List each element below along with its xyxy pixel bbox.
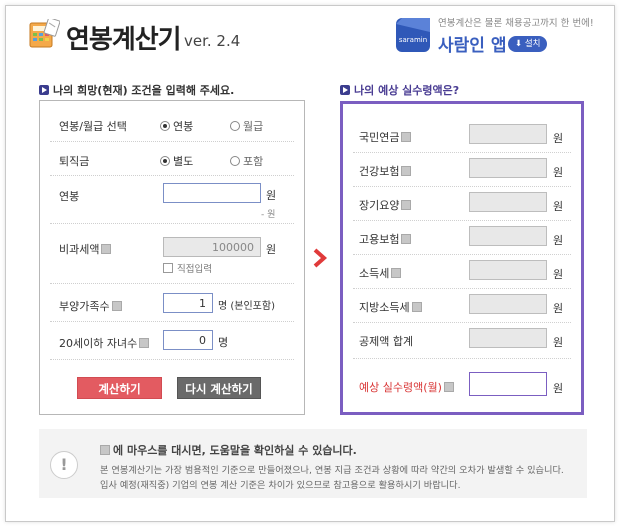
nontax-input[interactable] [163, 237, 261, 257]
help-icon[interactable] [401, 132, 412, 142]
nontax-label: 비과세액 [59, 241, 112, 257]
result-unit: 원 [553, 166, 564, 179]
help-icon[interactable] [401, 200, 412, 210]
result-value-longterm-care [469, 192, 547, 212]
children-label: 20세이하 자녀수 [59, 335, 150, 351]
salary-hint: - 원 [261, 210, 276, 220]
result-value-pension [469, 124, 547, 144]
result-panel: 국민연금 원 건강보험 원 장기요양 원 고용보험 원 소득세 원 지방소득세 … [340, 101, 584, 415]
notice-line-1: 본 연봉계산기는 가장 범용적인 기준으로 만들어졌으나, 연봉 지급 조건과 … [100, 465, 564, 476]
divider [353, 220, 571, 221]
divider [353, 254, 571, 255]
divider [353, 288, 571, 289]
result-label-longterm-care: 장기요양 [359, 197, 412, 213]
dependents-label: 부양가족수 [59, 298, 122, 314]
help-icon[interactable] [101, 244, 112, 254]
dependents-input[interactable] [163, 293, 213, 313]
salary-type-label: 연봉/월급 선택 [59, 120, 127, 133]
severance-separate-radio[interactable]: 별도 [160, 153, 193, 169]
help-icon[interactable] [391, 268, 402, 278]
divider [353, 322, 571, 323]
radio-selected-icon [160, 121, 170, 131]
help-icon [100, 445, 110, 455]
calculator-icon [29, 19, 60, 48]
divider [353, 358, 571, 359]
children-unit: 명 [218, 336, 229, 349]
promo-text: 연봉계산은 물론 채용공고까지 한 번에! [438, 18, 594, 29]
divider [50, 359, 294, 360]
result-unit: 원 [553, 302, 564, 315]
severance-included-radio[interactable]: 포함 [230, 153, 263, 169]
result-value-income-tax [469, 260, 547, 280]
help-icon[interactable] [401, 234, 412, 244]
result-value-deduction-total [469, 328, 547, 348]
radio-icon [230, 156, 240, 166]
result-unit: 원 [553, 132, 564, 145]
result-label-health: 건강보험 [359, 163, 412, 179]
exclamation-icon: ! [50, 451, 78, 479]
input-section-heading: 나의 희망(현재) 조건을 입력해 주세요. [39, 82, 234, 98]
radio-selected-icon [160, 156, 170, 166]
dependents-unit: 명 (본인포함) [218, 301, 275, 312]
salary-input[interactable] [163, 183, 261, 203]
divider [353, 152, 571, 153]
radio-icon [230, 121, 240, 131]
saramin-logo-text: saramin [399, 36, 427, 44]
reset-button[interactable]: 다시 계산하기 [177, 377, 261, 399]
divider [50, 321, 294, 322]
install-button[interactable]: ⬇ 설치 [508, 36, 548, 52]
result-value-employment [469, 226, 547, 246]
result-label-pension: 국민연금 [359, 129, 412, 145]
divider [50, 283, 294, 284]
notice-line-2: 입사 예정(재직중) 기업의 연봉 계산 기준은 차이가 있으므로 참고용으로 … [100, 480, 461, 491]
divider [50, 175, 294, 176]
saramin-app-link[interactable]: 사람인 앱 [438, 31, 506, 56]
result-section-heading: 나의 예상 실수령액은? [340, 82, 459, 98]
result-label-net-pay: 예상 실수령액(월) [359, 379, 454, 395]
nontax-unit: 원 [266, 243, 277, 256]
salary-type-monthly-radio[interactable]: 월급 [230, 118, 263, 134]
divider [50, 141, 294, 142]
children-input[interactable] [163, 330, 213, 350]
result-unit: 원 [553, 200, 564, 213]
input-panel: 연봉/월급 선택 연봉 월급 퇴직금 별도 포함 연봉 원 - 원 비과세액 원… [39, 100, 305, 415]
result-unit: 원 [553, 382, 564, 395]
help-icon[interactable] [111, 301, 122, 311]
page-title: 연봉계산기 [66, 25, 182, 55]
help-icon[interactable] [401, 166, 412, 176]
saramin-app-icon[interactable]: saramin [396, 18, 430, 52]
result-unit: 원 [553, 336, 564, 349]
severance-label: 퇴직금 [59, 155, 90, 168]
result-value-health [469, 158, 547, 178]
checkbox-icon [163, 263, 173, 273]
help-icon[interactable] [411, 302, 422, 312]
divider [50, 223, 294, 224]
result-unit: 원 [553, 268, 564, 281]
version-label: ver. 2.4 [184, 32, 241, 50]
result-unit: 원 [553, 234, 564, 247]
help-icon[interactable] [443, 382, 454, 392]
calculate-button[interactable]: 계산하기 [77, 377, 162, 399]
result-label-deduction-total: 공제액 합계 [359, 335, 414, 348]
notice-heading: 에 마우스를 대시면, 도움말을 확인하실 수 있습니다. [100, 442, 357, 458]
result-label-local-tax: 지방소득세 [359, 299, 422, 315]
divider [353, 186, 571, 187]
salary-label: 연봉 [59, 190, 80, 203]
direct-input-checkbox[interactable]: 직접입력 [163, 261, 212, 275]
section-bullet-icon [39, 85, 49, 95]
salary-type-annual-radio[interactable]: 연봉 [160, 118, 193, 134]
result-label-employment: 고용보험 [359, 231, 412, 247]
result-value-local-tax [469, 294, 547, 314]
chevron-right-icon [313, 248, 328, 268]
result-value-net-pay [469, 372, 547, 396]
help-icon[interactable] [139, 338, 150, 348]
salary-unit: 원 [266, 189, 277, 202]
result-label-income-tax: 소득세 [359, 265, 402, 281]
section-bullet-icon [340, 85, 350, 95]
